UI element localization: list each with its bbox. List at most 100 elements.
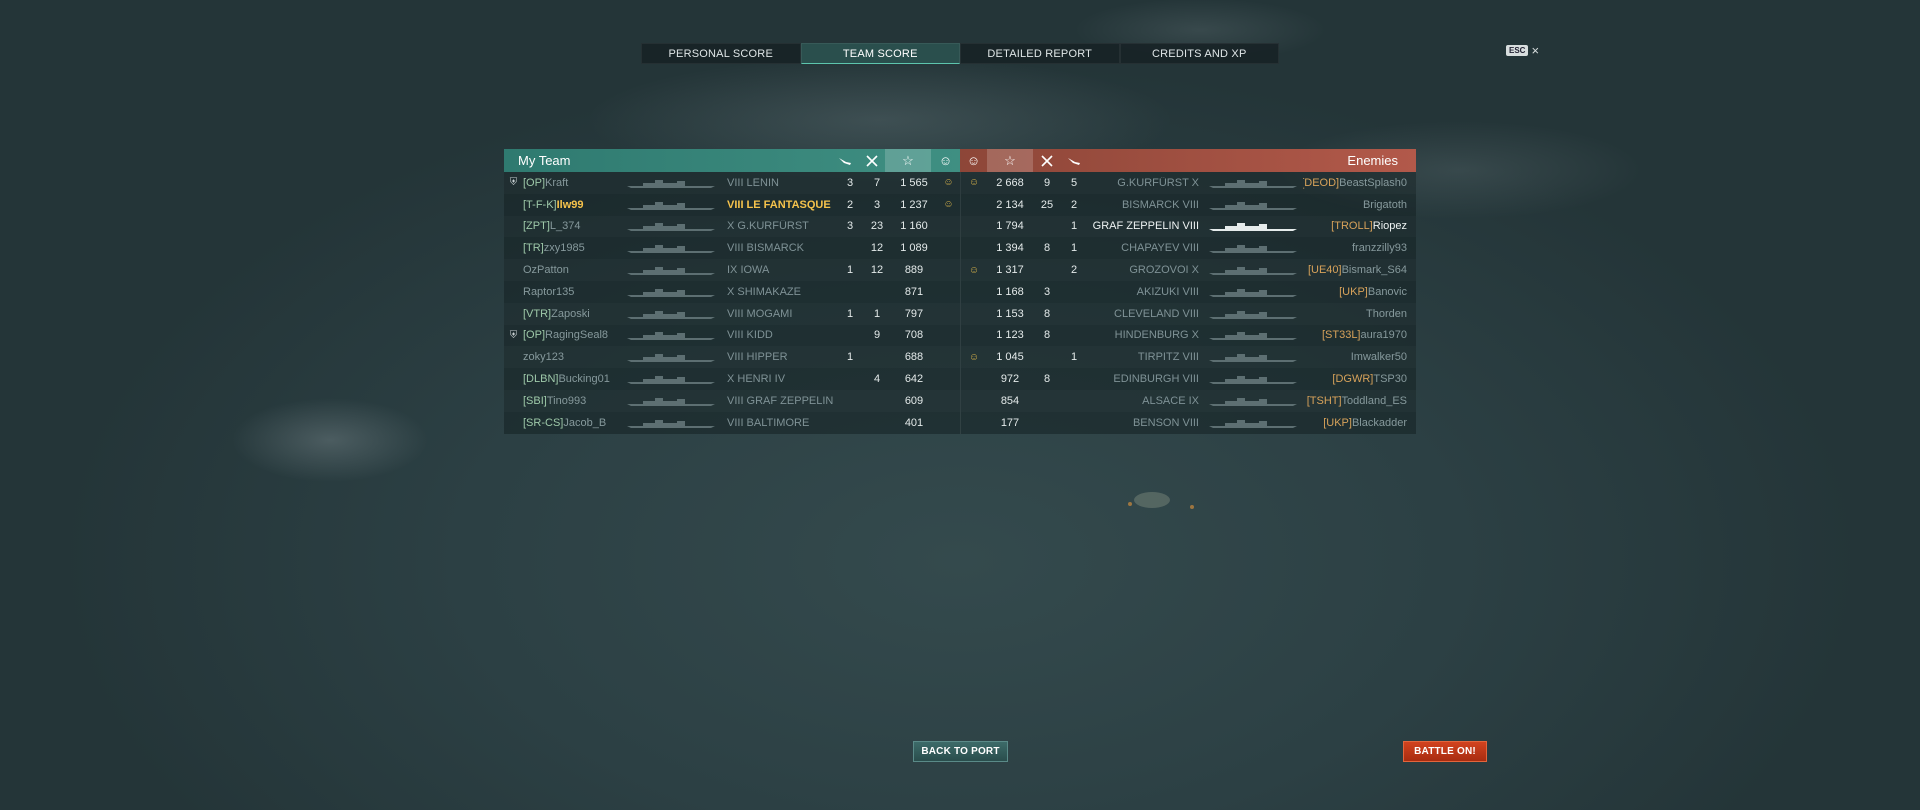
- ship-name: VIII KIDD: [727, 329, 773, 342]
- player-name: Brigatoth: [1362, 198, 1407, 211]
- ship-name: HINDENBURG X: [1114, 329, 1199, 342]
- enemy-row[interactable]: 1 394 8 1 CHAPAYEV VIII franzzilly93: [961, 237, 1416, 259]
- plane-icon[interactable]: [831, 149, 858, 172]
- player-row[interactable]: [SR-CS] Jacob_B VIII BALTIMORE 401: [504, 412, 960, 434]
- ships-destroyed: 7: [873, 176, 881, 189]
- ships-destroyed: 9: [873, 329, 881, 342]
- base-xp: 797: [904, 307, 924, 320]
- ship-name: AKIZUKI VIII: [1136, 285, 1199, 298]
- burning-ship-decoration: [1128, 492, 1194, 509]
- enemy-row[interactable]: 1 168 3 AKIZUKI VIII [UKP] Banovic: [961, 281, 1416, 303]
- player-name: Bucking01: [558, 373, 610, 386]
- achievement-badge: ☺: [943, 177, 954, 189]
- tab-team-score[interactable]: TEAM SCORE: [800, 43, 960, 64]
- ship-name: VIII HIPPER: [727, 351, 788, 364]
- player-clan: [UKP]: [1323, 416, 1352, 429]
- ship-name: VIII GRAF ZEPPELIN: [727, 394, 834, 407]
- ship-silhouette: [1203, 373, 1303, 385]
- ship-silhouette: [625, 351, 727, 363]
- ship-name: BISMARCK VIII: [1121, 198, 1199, 211]
- ship-silhouette: [1203, 329, 1303, 341]
- ship-silhouette: [625, 177, 727, 189]
- ship-silhouette: [625, 286, 727, 298]
- close-button[interactable]: ESC ×: [1506, 44, 1539, 57]
- score-tabs: PERSONAL SCORE TEAM SCORE DETAILED REPOR…: [641, 43, 1279, 64]
- ships-destroyed: 8: [1043, 329, 1051, 342]
- swords-icon[interactable]: [858, 149, 885, 172]
- ship-silhouette: [625, 308, 727, 320]
- player-row[interactable]: OzPatton IX IOWA 1 12 889: [504, 259, 960, 281]
- base-xp: 2 134: [996, 198, 1024, 211]
- ships-destroyed: 8: [1043, 373, 1051, 386]
- division-icon: ⛨: [509, 329, 518, 341]
- player-name: Tino993: [546, 394, 587, 407]
- enemy-row[interactable]: 1 153 8 CLEVELAND VIII Thorden: [961, 303, 1416, 325]
- planes-destroyed: 5: [1070, 176, 1078, 189]
- player-clan: [ZPT]: [523, 220, 550, 233]
- smile-badge-icon[interactable]: ☺: [931, 149, 960, 172]
- tab-credits-and-xp[interactable]: CREDITS AND XP: [1119, 43, 1279, 64]
- swords-icon[interactable]: [1033, 149, 1060, 172]
- smile-badge-icon[interactable]: ☺: [960, 149, 987, 172]
- ship-name: IX IOWA: [727, 264, 770, 277]
- enemy-row[interactable]: ☺ 2 668 9 5 G.KURFÜRST X [DEOD] BeastSplash0: [961, 172, 1416, 194]
- back-to-port-button[interactable]: BACK TO PORT: [913, 741, 1008, 762]
- ships-destroyed: 9: [1043, 176, 1051, 189]
- ships-destroyed: 1: [873, 307, 881, 320]
- tab-personal-score[interactable]: PERSONAL SCORE: [641, 43, 801, 64]
- player-row[interactable]: [T-F-K] Ilw99 VIII LE FANTASQUE 2 3 1 237 ☺: [504, 194, 960, 216]
- tab-detailed-report[interactable]: DETAILED REPORT: [960, 43, 1120, 64]
- esc-key-label: ESC: [1506, 45, 1529, 56]
- player-name: BeastSplash0: [1339, 176, 1407, 189]
- player-name: zoky123: [523, 351, 564, 364]
- planes-destroyed: 1: [846, 307, 854, 320]
- player-name: Kraft: [545, 176, 569, 189]
- ship-silhouette: [1203, 395, 1303, 407]
- base-xp: 1 168: [996, 285, 1024, 298]
- player-clan: [OP]: [523, 176, 546, 189]
- player-row[interactable]: [TR] zxy1985 VIII BISMARCK 12 1 089: [504, 237, 960, 259]
- player-row[interactable]: ⛨ [OP] Kraft VIII LENIN 3 7 1 565 ☺: [504, 172, 960, 194]
- player-row[interactable]: zoky123 VIII HIPPER 1 688: [504, 346, 960, 368]
- enemy-row[interactable]: 1 794 1 GRAF ZEPPELIN VIII [TROLL] Riopez: [961, 216, 1416, 238]
- player-clan: [T-F-K]: [523, 198, 557, 211]
- enemy-row[interactable]: 854 ALSACE IX [TSHT] Toddland_ES: [961, 390, 1416, 412]
- plane-icon[interactable]: [1060, 149, 1087, 172]
- player-name: Toddland_ES: [1341, 394, 1407, 407]
- player-name: Bismark_S64: [1341, 264, 1407, 277]
- player-name: Blackadder: [1351, 416, 1407, 429]
- ship-name: VIII BISMARCK: [727, 242, 805, 255]
- player-clan: [ST33L]: [1321, 329, 1361, 342]
- planes-destroyed: 2: [846, 198, 854, 211]
- player-row[interactable]: [VTR] Zaposki VIII MOGAMI 1 1 797: [504, 303, 960, 325]
- enemy-row[interactable]: 177 BENSON VIII [UKP] Blackadder: [961, 412, 1416, 434]
- player-name: Banovic: [1367, 285, 1407, 298]
- player-name: Imwalker50: [1350, 351, 1407, 364]
- player-clan: [VTR]: [523, 307, 552, 320]
- player-name: Thorden: [1366, 307, 1407, 320]
- planes-destroyed: 1: [1070, 351, 1078, 364]
- player-row[interactable]: [ZPT] L_374 X G.KURFÜRST 3 23 1 160: [504, 216, 960, 238]
- player-clan: [UKP]: [1339, 285, 1368, 298]
- ship-name: X HENRI IV: [727, 373, 786, 386]
- scoreboard: My Team ☆ ☺ ☺ ☆ Enemies ⛨ [OP] Kraft VIII L…: [504, 149, 1416, 434]
- player-row[interactable]: [SBI] Tino993 VIII GRAF ZEPPELIN 609: [504, 390, 960, 412]
- star-icon[interactable]: ☆: [987, 149, 1033, 172]
- base-xp: 1 565: [900, 176, 928, 189]
- ship-silhouette: [1203, 199, 1303, 211]
- enemy-row[interactable]: 1 123 8 HINDENBURG X [ST33L] aura1970: [961, 325, 1416, 347]
- achievement-badge: ☺: [968, 351, 980, 363]
- enemy-row[interactable]: 2 134 25 2 BISMARCK VIII Brigatoth: [961, 194, 1416, 216]
- enemy-row[interactable]: ☺ 1 317 2 GROZOVOI X [UE40] Bismark_S64: [961, 259, 1416, 281]
- player-clan: [DEOD]: [1303, 176, 1340, 189]
- base-xp: 1 160: [900, 220, 928, 233]
- enemy-row[interactable]: ☺ 1 045 1 TIRPITZ VIII Imwalker50: [961, 346, 1416, 368]
- star-icon[interactable]: ☆: [885, 149, 931, 172]
- player-row[interactable]: [DLBN] Bucking01 X HENRI IV 4 642: [504, 368, 960, 390]
- battle-on-button[interactable]: BATTLE ON!: [1403, 741, 1487, 762]
- ship-name: CHAPAYEV VIII: [1121, 242, 1199, 255]
- my-team-header: My Team ☆ ☺: [504, 149, 960, 172]
- player-row[interactable]: ⛨ [OP] RagingSeal8 VIII KIDD 9 708: [504, 325, 960, 347]
- player-row[interactable]: Raptor135 X SHIMAKAZE 871: [504, 281, 960, 303]
- enemy-row[interactable]: 972 8 EDINBURGH VIII [DGWR] TSP30: [961, 368, 1416, 390]
